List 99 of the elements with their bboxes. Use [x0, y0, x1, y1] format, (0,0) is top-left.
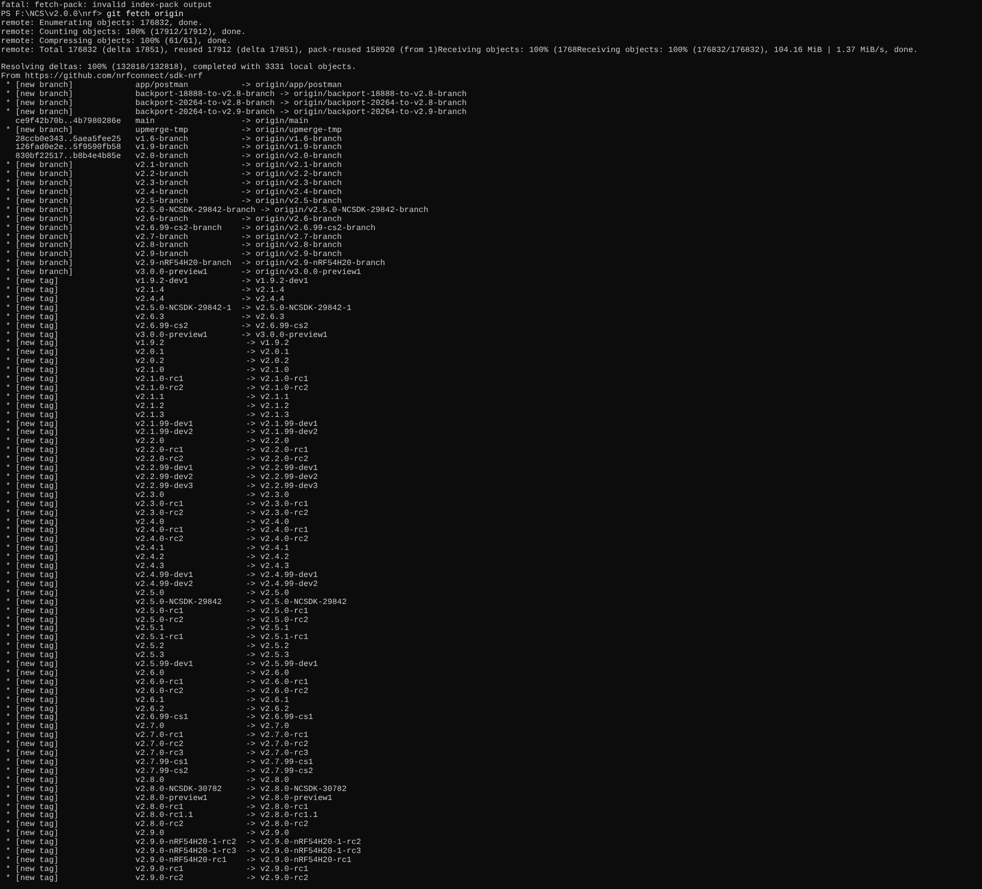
- terminal-line: * [new branch] v2.1-branch -> origin/v2.1-branch: [4, 162, 342, 170]
- terminal-line: * [new tag] v2.3.0-rc2 -> v2.3.0-rc2: [4, 510, 308, 518]
- terminal-line: * [new tag] v2.5.1-rc1 -> v2.5.1-rc1: [4, 634, 308, 642]
- terminal-line: * [new tag] v2.9.0-nRF54H20-1-rc3 -> v2.9.0-nRF54H20-1-rc3: [4, 848, 362, 856]
- terminal-line: * [new tag] v2.0.1 -> v2.0.1: [4, 349, 290, 358]
- terminal-line: * [new tag] v2.0.2 -> v2.0.2: [4, 358, 290, 366]
- terminal-line: * [new tag] v2.5.0 -> v2.5.0: [4, 590, 290, 598]
- terminal-line: * [new tag] v2.9.0 -> v2.9.0: [4, 830, 290, 838]
- terminal-line: * [new branch] v2.5.0-NCSDK-29842-branch -> origin/v2.5.0-NCSDK-29842-branch: [4, 206, 428, 215]
- terminal-line: * [new branch] v2.4-branch -> origin/v2.4-branch: [4, 189, 342, 198]
- terminal-line: * [new branch] v3.0.0-preview1 -> origin/v3.0.0-preview1: [4, 269, 362, 278]
- terminal-line: * [new tag] v2.2.99-dev1 -> v2.2.99-dev1: [4, 465, 318, 474]
- terminal-line: * [new tag] v2.4.4 -> v2.4.4: [4, 296, 284, 304]
- terminal-line: * [new tag] v2.6.0-rc2 -> v2.6.0-rc2: [4, 688, 308, 696]
- terminal-line: * [new tag] v1.9.2 -> v1.9.2: [4, 340, 290, 348]
- terminal-line: * [new tag] v2.4.2 -> v2.4.2: [4, 554, 290, 562]
- terminal-line: * [new tag] v2.4.99-dev1 -> v2.4.99-dev1: [4, 572, 318, 580]
- terminal-line: * [new tag] v2.1.2 -> v2.1.2: [4, 402, 290, 411]
- terminal-line: * [new tag] v2.5.99-dev1 -> v2.5.99-dev1: [4, 661, 318, 670]
- terminal-line: 830bf22517..b8b4e4b85e v2.0-branch -> origin/v2.0-branch: [14, 153, 342, 162]
- prompt-path: PS F:\NCS\v2.0.0\nrf>: [1, 10, 102, 19]
- terminal-line: * [new tag] v2.1.99-dev1 -> v2.1.99-dev1: [4, 420, 318, 429]
- terminal-line: * [new tag] v2.1.99-dev2 -> v2.1.99-dev2: [4, 429, 318, 438]
- terminal-line: * [new branch] v2.2-branch -> origin/v2.2-branch: [4, 171, 342, 180]
- terminal-line: * [new tag] v2.9.0-rc1 -> v2.9.0-rc1: [4, 866, 308, 874]
- terminal-line: * [new tag] v2.6.99-cs2 -> v2.6.99-cs2: [4, 322, 308, 331]
- terminal-line: * [new branch] backport-18888-to-v2.8-branch -> origin/backport-18888-to-v2.8-branch: [4, 91, 467, 100]
- terminal-line: * [new tag] v2.1.0-rc2 -> v2.1.0-rc2: [4, 384, 308, 393]
- terminal-line: Resolving deltas: 100% (132818/132818), completed with 3331 local objects.: [1, 64, 356, 72]
- terminal-line: * [new tag] v2.6.2 -> v2.6.2: [4, 706, 290, 714]
- terminal-line: * [new tag] v3.0.0-preview1 -> v3.0.0-preview1: [4, 332, 328, 340]
- terminal-line: * [new tag] v2.9.0-nRF54H20-rc1 -> v2.9.0-nRF54H20-rc1: [4, 856, 352, 865]
- terminal-line: * [new tag] v2.6.99-cs1 -> v2.6.99-cs1: [4, 714, 314, 722]
- terminal-line: * [new tag] v2.1.3 -> v2.1.3: [4, 412, 290, 420]
- terminal-line: * [new tag] v2.8.0-rc1 -> v2.8.0-rc1: [4, 804, 308, 812]
- terminal-line: remote: Compressing objects: 100% (61/61), done.: [1, 38, 232, 46]
- terminal-line: * [new tag] v2.5.2 -> v2.5.2: [4, 643, 290, 652]
- terminal-line: * [new branch] v2.8-branch -> origin/v2.8-branch: [4, 242, 342, 250]
- terminal-line: * [new tag] v2.5.3 -> v2.5.3: [4, 652, 290, 660]
- terminal-line: * [new tag] v2.5.0-rc1 -> v2.5.0-rc1: [4, 608, 308, 616]
- terminal-line: * [new tag] v2.7.0-rc1 -> v2.7.0-rc1: [4, 732, 308, 740]
- terminal-line: fatal: fetch-pack: invalid index-pack output: [1, 2, 212, 10]
- terminal-line: * [new tag] v2.6.0-rc1 -> v2.6.0-rc1: [4, 678, 308, 687]
- terminal-line: 28ccb0e343..5aea5fee25 v1.6-branch -> origin/v1.6-branch: [14, 136, 342, 144]
- terminal-line: * [new branch] v2.6.99-cs2-branch -> origin/v2.6.99-cs2-branch: [4, 224, 376, 233]
- terminal-line: * [new tag] v2.1.1 -> v2.1.1: [4, 394, 290, 402]
- terminal-line: * [new tag] v2.7.99-cs2 -> v2.7.99-cs2: [4, 768, 314, 776]
- terminal-line: * [new tag] v2.9.0-nRF54H20-1-rc2 -> v2.9.0-nRF54H20-1-rc2: [4, 839, 362, 848]
- terminal-line: * [new tag] v2.8.0-NCSDK-30782 -> v2.8.0-NCSDK-30782: [4, 786, 347, 794]
- terminal-line: * [new tag] v2.1.4 -> v2.1.4: [4, 286, 284, 295]
- terminal-line: * [new branch] v2.3-branch -> origin/v2.3-branch: [4, 180, 342, 188]
- terminal-line: From https://github.com/nrfconnect/sdk-nrf: [1, 73, 203, 82]
- terminal-line: * [new branch] backport-20264-to-v2.9-branch -> origin/backport-20264-to-v2.9-branch: [4, 108, 467, 117]
- terminal-line: * [new branch] v2.5-branch -> origin/v2.5-branch: [4, 198, 342, 206]
- terminal-line: * [new tag] v2.5.1 -> v2.5.1: [4, 625, 290, 634]
- terminal-line: * [new tag] v2.7.0 -> v2.7.0: [4, 723, 290, 732]
- terminal-line: * [new tag] v2.5.0-NCSDK-29842-1 -> v2.5.0-NCSDK-29842-1: [4, 304, 352, 313]
- command-text: git fetch origin: [106, 10, 184, 19]
- terminal-line: * [new tag] v2.2.0-rc1 -> v2.2.0-rc1: [4, 447, 308, 456]
- terminal-line: * [new tag] v2.3.0-rc1 -> v2.3.0-rc1: [4, 500, 308, 509]
- terminal-line: * [new tag] v2.6.3 -> v2.6.3: [4, 314, 284, 322]
- terminal-line: * [new tag] v2.6.1 -> v2.6.1: [4, 696, 290, 705]
- terminal-line: * [new tag] v2.2.0 -> v2.2.0: [4, 438, 290, 446]
- terminal-line: * [new tag] v2.4.99-dev2 -> v2.4.99-dev2: [4, 580, 318, 589]
- terminal-line: * [new tag] v1.9.2-dev1 -> v1.9.2-dev1: [4, 278, 308, 286]
- terminal-line: remote: Enumerating objects: 176832, done.: [1, 20, 203, 28]
- terminal-line: * [new branch] v2.9-nRF54H20-branch -> origin/v2.9-nRF54H20-branch: [4, 260, 386, 268]
- terminal-line: * [new tag] v2.1.0-rc1 -> v2.1.0-rc1: [4, 376, 308, 384]
- terminal-line: * [new tag] v2.1.0 -> v2.1.0: [4, 367, 290, 376]
- terminal-line: * [new branch] app/postman -> origin/app/postman: [4, 82, 342, 90]
- terminal-line: * [new branch] backport-20264-to-v2.8-branch -> origin/backport-20264-to-v2.8-branch: [4, 100, 467, 108]
- terminal-line: * [new tag] v2.4.0-rc2 -> v2.4.0-rc2: [4, 536, 308, 544]
- terminal-line: 126fad0e2e..5f9590fb58 v1.9-branch -> origin/v1.9-branch: [14, 144, 342, 152]
- terminal-line: * [new tag] v2.3.0 -> v2.3.0: [4, 492, 290, 500]
- terminal-line: * [new tag] v2.5.0-NCSDK-29842 -> v2.5.0-NCSDK-29842: [4, 598, 347, 607]
- terminal-line: * [new tag] v2.4.0-rc1 -> v2.4.0-rc1: [4, 527, 308, 536]
- terminal-line: * [new tag] v2.2.99-dev3 -> v2.2.99-dev3: [4, 482, 318, 491]
- terminal-line: * [new branch] v2.6-branch -> origin/v2.6-branch: [4, 216, 342, 224]
- terminal-line: * [new tag] v2.2.0-rc2 -> v2.2.0-rc2: [4, 456, 308, 464]
- terminal-line: * [new tag] v2.4.1 -> v2.4.1: [4, 545, 290, 554]
- terminal-line: * [new tag] v2.8.0-rc1.1 -> v2.8.0-rc1.1: [4, 812, 318, 820]
- terminal-line: * [new tag] v2.8.0-rc2 -> v2.8.0-rc2: [4, 821, 308, 830]
- terminal-line: * [new branch] v2.9-branch -> origin/v2.9-branch: [4, 251, 342, 260]
- terminal-line: * [new tag] v2.8.0 -> v2.8.0: [4, 776, 290, 785]
- terminal-line: * [new branch] v2.7-branch -> origin/v2.7-branch: [4, 234, 342, 242]
- terminal-line: * [new tag] v2.7.99-cs1 -> v2.7.99-cs1: [4, 759, 314, 768]
- terminal-line: * [new tag] v2.4.3 -> v2.4.3: [4, 563, 290, 572]
- terminal-line: * [new tag] v2.9.0-rc2 -> v2.9.0-rc2: [4, 874, 308, 884]
- terminal-line: * [new tag] v2.5.0-rc2 -> v2.5.0-rc2: [4, 616, 308, 625]
- terminal-line: * [new tag] v2.6.0 -> v2.6.0: [4, 670, 290, 678]
- terminal-line: * [new tag] v2.2.99-dev2 -> v2.2.99-dev2: [4, 474, 318, 482]
- terminal-line: * [new tag] v2.4.0 -> v2.4.0: [4, 518, 290, 527]
- terminal-line: * [new branch] upmerge-tmp -> origin/upmerge-tmp: [4, 126, 342, 135]
- terminal-line: * [new tag] v2.8.0-preview1 -> v2.8.0-preview1: [4, 794, 332, 803]
- terminal-line: remote: Total 176832 (delta 17851), reused 17912 (delta 17851), pack-reused 158920 (from 1)Receiving objects: 100% (1768Receiving objects: 100% (176832/176832), 104.16 MiB | 1.37 MiB/s, done.: [1, 46, 918, 56]
- terminal-line: * [new tag] v2.7.0-rc3 -> v2.7.0-rc3: [4, 750, 308, 758]
- terminal-line: remote: Counting objects: 100% (17912/17912), done.: [1, 28, 246, 37]
- terminal-line: ce9f42b70b..4b7980286e main -> origin/main: [14, 118, 308, 126]
- terminal-line: * [new tag] v2.7.0-rc2 -> v2.7.0-rc2: [4, 741, 308, 750]
